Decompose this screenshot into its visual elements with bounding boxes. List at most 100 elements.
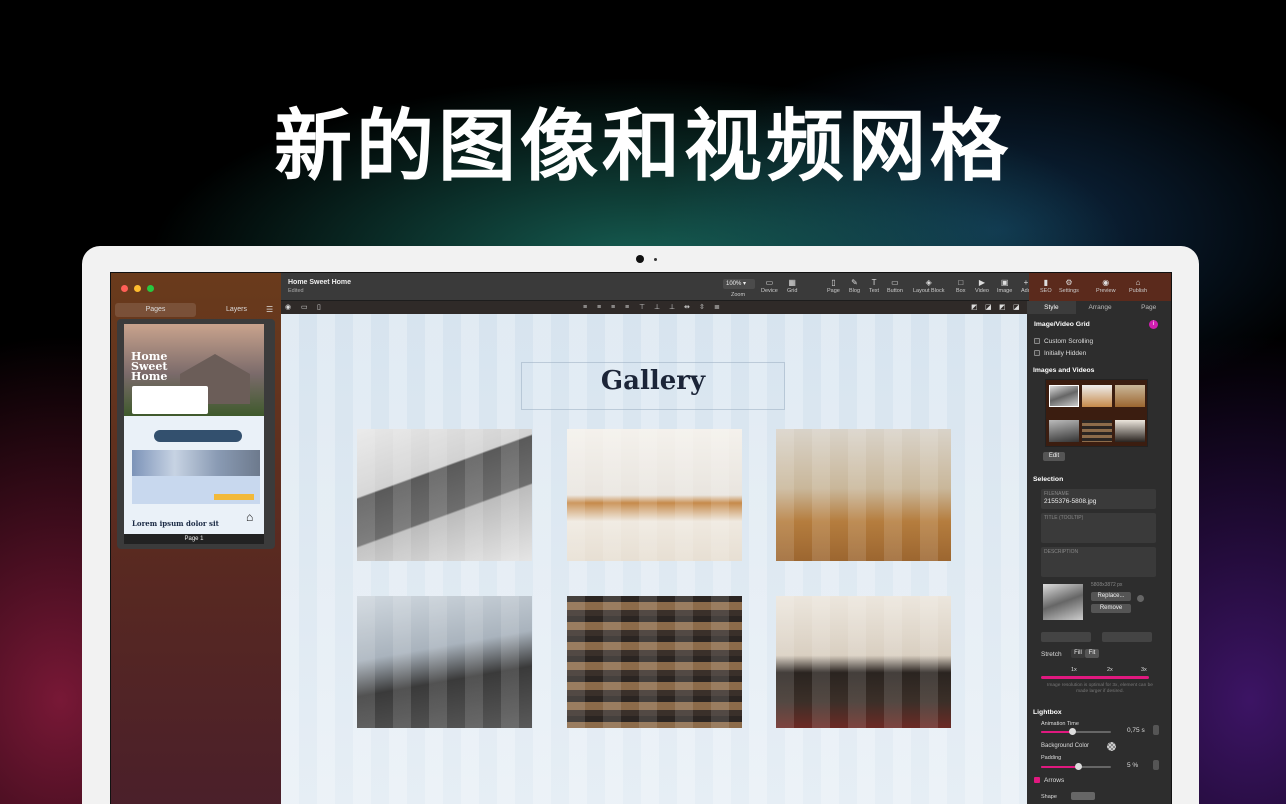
animation-time-stepper[interactable] — [1153, 725, 1159, 735]
grid-button[interactable]: ▦ Grid — [787, 277, 797, 294]
padding-knob[interactable] — [1075, 763, 1082, 770]
media-thumb[interactable] — [1049, 420, 1079, 442]
settings-button[interactable]: ⚙ Settings — [1059, 277, 1079, 294]
camera-indicator — [654, 258, 657, 261]
button-tool[interactable]: ▭ Button — [887, 277, 903, 294]
animation-time-value[interactable]: 0,75 s — [1127, 727, 1145, 734]
list-view-icon[interactable]: ☰ — [266, 305, 276, 314]
replace-button[interactable]: Replace... — [1091, 592, 1131, 601]
vertical-align-segment[interactable] — [1041, 632, 1091, 642]
eye-icon: ◉ — [1102, 278, 1110, 287]
align-center-icon[interactable]: ≡ — [597, 303, 601, 312]
stretch-fit-button[interactable]: Fit — [1085, 649, 1099, 658]
arrows-checkbox[interactable] — [1034, 777, 1040, 784]
grid-overlay — [357, 429, 532, 561]
arrange-back-icon[interactable]: ◩ — [971, 303, 978, 312]
home-icon: ⌂ — [246, 510, 254, 524]
align-bottom-icon[interactable]: ⊥ — [669, 303, 675, 312]
distribute-v-icon[interactable]: ⇳ — [699, 303, 705, 312]
arrange-front-icon[interactable]: ◪ — [1013, 303, 1020, 312]
tab-layers[interactable]: Layers — [196, 303, 277, 317]
animation-time-knob[interactable] — [1069, 728, 1076, 735]
grid-overlay — [776, 596, 951, 728]
background-color-swatch[interactable] — [1107, 742, 1116, 751]
tab-pages[interactable]: Pages — [115, 303, 196, 317]
zoom-select[interactable]: 100% ▾ — [723, 279, 755, 289]
stretch-fill-button[interactable]: Fill — [1071, 649, 1085, 658]
blog-button[interactable]: ✎ Blog — [849, 277, 860, 294]
media-thumb[interactable] — [1115, 420, 1145, 442]
image-button[interactable]: ▣ Image — [997, 277, 1012, 294]
clear-icon[interactable] — [1137, 595, 1144, 602]
media-grid-preview[interactable] — [1045, 379, 1148, 447]
tablet-icon[interactable]: ▯ — [317, 303, 321, 312]
padding-stepper[interactable] — [1153, 760, 1159, 770]
initially-hidden-label: Initially Hidden — [1044, 350, 1087, 357]
video-button[interactable]: ▶ Video — [975, 277, 989, 294]
space-icon[interactable]: ≣ — [714, 303, 720, 312]
remove-button[interactable]: Remove — [1091, 604, 1131, 613]
custom-scrolling-row[interactable]: Custom Scrolling — [1034, 338, 1093, 345]
edit-button[interactable]: Edit — [1043, 452, 1065, 461]
media-thumb[interactable] — [1115, 385, 1145, 407]
info-icon[interactable]: i — [1149, 320, 1158, 329]
layout-block-button[interactable]: ◈ Layout Block — [913, 277, 945, 294]
title-tooltip-label: TITLE (TOOLTIP) — [1044, 515, 1084, 521]
media-thumb[interactable] — [1082, 385, 1112, 407]
tab-page[interactable]: Page — [1124, 301, 1171, 314]
preview-button[interactable]: ◉ Preview — [1096, 277, 1116, 294]
page-card[interactable]: Home Sweet Home Lorem ipsum dolor sit ⌂ … — [117, 319, 275, 549]
align-left-icon[interactable]: ≡ — [583, 303, 587, 312]
zoom-window-button[interactable] — [147, 285, 154, 292]
distribute-h-icon[interactable]: ⇹ — [684, 303, 690, 312]
text-button[interactable]: T Text — [869, 277, 879, 294]
align-right-icon[interactable]: ≡ — [611, 303, 615, 312]
tab-arrange[interactable]: Arrange — [1076, 301, 1125, 314]
thumb-button — [214, 494, 254, 500]
gallery-photo-bookshelf[interactable] — [567, 596, 742, 728]
box-button[interactable]: □ Box — [956, 277, 965, 294]
main-toolbar: Home Sweet Home Edited 100% ▾ Zoom ▭ Devi… — [281, 273, 1171, 301]
initially-hidden-checkbox[interactable] — [1034, 350, 1040, 357]
desktop-icon[interactable]: ▭ — [301, 303, 308, 312]
title-tooltip-field[interactable]: TITLE (TOOLTIP) — [1041, 513, 1156, 543]
minimize-window-button[interactable] — [134, 285, 141, 292]
gear-icon: ⚙ — [1065, 278, 1073, 287]
grid-overlay — [567, 429, 742, 561]
close-window-button[interactable] — [121, 285, 128, 292]
filename-field[interactable]: FILENAME 2155376-5808.jpg — [1041, 489, 1156, 509]
seo-button[interactable]: ▮ SEO — [1040, 277, 1052, 294]
arrange-backward-icon[interactable]: ◪ — [985, 303, 992, 312]
padding-value[interactable]: 5 % — [1127, 762, 1138, 769]
page-label: Page 1 — [124, 534, 264, 544]
gallery-title[interactable]: Gallery — [521, 366, 785, 396]
arrange-forward-icon[interactable]: ◩ — [999, 303, 1006, 312]
align-middle-icon[interactable]: ⊥ — [654, 303, 660, 312]
arrows-row[interactable]: Arrows — [1034, 777, 1064, 784]
shape-selector[interactable] — [1071, 792, 1095, 800]
padding-label: Padding — [1041, 755, 1062, 761]
window-controls — [121, 285, 154, 292]
description-field[interactable]: DESCRIPTION — [1041, 547, 1156, 577]
align-justify-icon[interactable]: ≡ — [625, 303, 629, 312]
align-top-icon[interactable]: ⊤ — [639, 303, 645, 312]
gallery-photo-piano-room[interactable] — [776, 596, 951, 728]
background-color-label: Background Color — [1041, 743, 1090, 749]
media-thumb[interactable] — [1049, 385, 1079, 407]
page-canvas[interactable]: Gallery — [281, 314, 1027, 804]
initially-hidden-row[interactable]: Initially Hidden — [1034, 350, 1086, 357]
custom-scrolling-checkbox[interactable] — [1034, 338, 1040, 345]
headline: 新的图像和视频网格 — [273, 102, 1012, 192]
tab-style[interactable]: Style — [1027, 301, 1076, 314]
gallery-photo-living-room[interactable] — [357, 429, 532, 561]
add-page-button[interactable]: ▯ Page — [827, 277, 840, 294]
gallery-photo-kitchen-sink[interactable] — [357, 596, 532, 728]
inspector-panel: Style Arrange Page Image/Video Grid i Cu… — [1027, 301, 1171, 804]
publish-button[interactable]: ⌂ Publish — [1129, 277, 1147, 294]
gallery-photo-hallway[interactable] — [776, 429, 951, 561]
gallery-photo-bedroom[interactable] — [567, 429, 742, 561]
device-button[interactable]: ▭ Device — [761, 277, 778, 294]
horizontal-align-segment[interactable] — [1102, 632, 1152, 642]
media-thumb[interactable] — [1082, 420, 1112, 442]
visibility-icon[interactable]: ◉ — [285, 303, 291, 312]
